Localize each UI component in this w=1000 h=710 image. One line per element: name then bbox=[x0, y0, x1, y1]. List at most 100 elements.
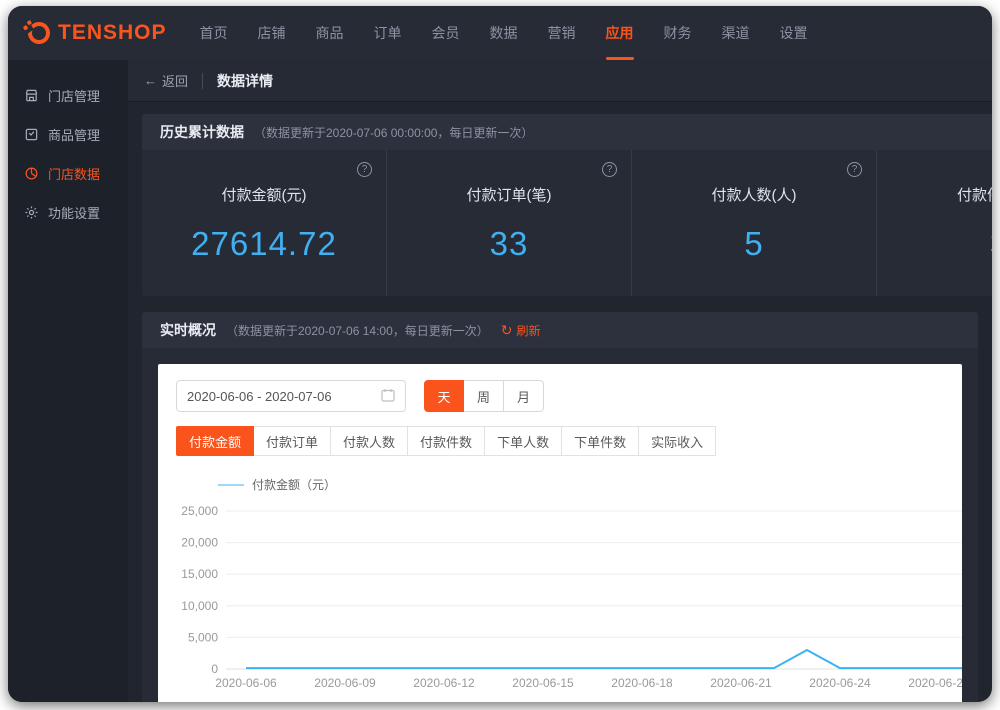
back-label: 返回 bbox=[162, 74, 189, 89]
y-axis-tick: 25,000 bbox=[181, 504, 218, 518]
stat-card: ? 付款订单(笔) 33 bbox=[387, 150, 632, 296]
metric-tab[interactable]: 付款订单 bbox=[254, 426, 332, 456]
history-card-title: 历史累计数据 bbox=[160, 124, 244, 140]
realtime-card-title: 实时概况 bbox=[160, 322, 216, 338]
period-button[interactable]: 月 bbox=[504, 380, 544, 412]
stat-value: 33 bbox=[489, 224, 529, 262]
series-line bbox=[246, 648, 962, 670]
top-navbar: TENSHOP 首页 店铺 商品 订单 会员 数据 营销 应用 财务 渠道 设置 bbox=[8, 6, 992, 60]
stat-value: 3 bbox=[990, 225, 992, 263]
stat-value: 5 bbox=[744, 224, 764, 262]
x-axis-tick: 2020-06-21 bbox=[710, 676, 772, 690]
x-axis-tick: 2020-06-18 bbox=[611, 676, 673, 690]
period-button-group: 天周月 bbox=[424, 380, 544, 412]
nav-item[interactable]: 订单 bbox=[359, 6, 417, 60]
x-axis-tick: 2020-06-27 bbox=[908, 676, 962, 690]
sidebar: 门店管理商品管理门店数据功能设置 bbox=[8, 60, 128, 702]
app-window: TENSHOP 首页 店铺 商品 订单 会员 数据 营销 应用 财务 渠道 设置 门店管理 商品管理门… bbox=[8, 6, 992, 702]
x-axis-tick: 2020-06-09 bbox=[314, 676, 376, 690]
x-axis-tick: 2020-06-24 bbox=[809, 676, 871, 690]
nav-item[interactable]: 营销 bbox=[533, 6, 591, 60]
period-button[interactable]: 周 bbox=[464, 380, 504, 412]
trend-line-chart[interactable]: 0 5,000 10,000 15,000 20,000 25,000 2020-06-06… bbox=[176, 497, 962, 702]
nav-item[interactable]: 首页 bbox=[185, 6, 243, 60]
sidebar-item-label: 功能设置 bbox=[48, 206, 101, 221]
back-button[interactable]: ← 返回 bbox=[144, 71, 188, 90]
calendar-icon bbox=[381, 388, 395, 405]
metric-tab[interactable]: 付款件数 bbox=[408, 426, 486, 456]
help-icon[interactable]: ? bbox=[602, 162, 617, 177]
x-axis-tick: 2020-06-12 bbox=[413, 676, 475, 690]
realtime-card: 实时概况 （数据更新于2020-07-06 14:00，每日更新一次） ↻ 刷新… bbox=[142, 312, 978, 702]
stat-card: ? 付款人数(人) 5 bbox=[632, 150, 877, 296]
metric-tab[interactable]: 付款金额 bbox=[176, 426, 255, 456]
data-icon bbox=[24, 166, 39, 181]
sidebar-item-label: 门店管理 bbox=[48, 89, 101, 104]
stat-label: 付款订单(笔) bbox=[466, 186, 552, 204]
sidebar-item-label: 门店数据 bbox=[48, 167, 101, 182]
stat-label: 付款件数(件) bbox=[957, 186, 992, 204]
y-axis-tick: 10,000 bbox=[181, 599, 218, 613]
metric-tab[interactable]: 下单人数 bbox=[485, 426, 563, 456]
refresh-label: 刷新 bbox=[516, 323, 541, 338]
period-button[interactable]: 天 bbox=[424, 380, 464, 412]
legend-label: 付款金额（元） bbox=[252, 478, 337, 492]
nav-item[interactable]: 财务 bbox=[649, 6, 707, 60]
realtime-card-note: （数据更新于2020-07-06 14:00，每日更新一次） bbox=[226, 323, 489, 338]
sidebar-item[interactable]: 功能设置 bbox=[8, 193, 128, 232]
help-icon[interactable]: ? bbox=[847, 162, 862, 177]
chart-legend[interactable]: 付款金额（元） bbox=[218, 476, 962, 493]
sidebar-item[interactable]: 商品管理 bbox=[8, 115, 128, 154]
stat-label: 付款人数(人) bbox=[711, 186, 797, 204]
y-axis-tick: 5,000 bbox=[188, 630, 218, 644]
nav-item[interactable]: 渠道 bbox=[707, 6, 765, 60]
brand-name: TENSHOP bbox=[58, 21, 167, 44]
history-card-header: 历史累计数据 （数据更新于2020-07-06 00:00:00，每日更新一次） bbox=[142, 114, 992, 150]
store-icon bbox=[24, 88, 39, 103]
refresh-icon: ↻ bbox=[500, 322, 513, 338]
stat-value: 27614.72 bbox=[191, 224, 337, 262]
main-nav: 首页 店铺 商品 订单 会员 数据 营销 应用 财务 渠道 设置 bbox=[185, 6, 823, 60]
legend-line-icon bbox=[218, 483, 244, 486]
date-range-input[interactable]: 2020-06-06 - 2020-07-06 bbox=[176, 380, 406, 412]
gear-icon bbox=[24, 205, 39, 220]
sidebar-item[interactable]: 门店数据 bbox=[8, 154, 128, 193]
brand-logo-icon bbox=[23, 17, 55, 49]
content-header: ← 返回 数据详情 bbox=[128, 60, 992, 102]
page-title: 数据详情 bbox=[217, 72, 274, 89]
realtime-card-header: 实时概况 （数据更新于2020-07-06 14:00，每日更新一次） ↻ 刷新 bbox=[142, 312, 978, 348]
date-range-value: 2020-06-06 - 2020-07-06 bbox=[187, 388, 332, 404]
brand-logo[interactable]: TENSHOP bbox=[23, 6, 167, 60]
x-axis-tick: 2020-06-06 bbox=[215, 676, 277, 690]
stat-card: ?付款件数(件)3 bbox=[877, 150, 992, 296]
help-icon[interactable]: ? bbox=[357, 162, 372, 177]
nav-item[interactable]: 会员 bbox=[417, 6, 475, 60]
header-divider bbox=[202, 72, 204, 89]
metric-tab[interactable]: 付款人数 bbox=[331, 426, 409, 456]
metric-tab[interactable]: 下单件数 bbox=[562, 426, 640, 456]
stats-row: ?付款金额(元)27614.72?付款订单(笔)33?付款人数(人)5?付款件数… bbox=[142, 150, 992, 296]
history-card-note: （数据更新于2020-07-06 00:00:00，每日更新一次） bbox=[254, 125, 534, 140]
nav-item[interactable]: 数据 bbox=[475, 6, 533, 60]
chart-panel: 2020-06-06 - 2020-07-06 天周月 付款金额 付款订单 付款人数… bbox=[158, 364, 962, 702]
stat-label: 付款金额(元) bbox=[221, 186, 307, 204]
nav-item[interactable]: 应用 bbox=[591, 6, 649, 60]
sidebar-item-label: 商品管理 bbox=[48, 128, 101, 143]
nav-item[interactable]: 店铺 bbox=[243, 6, 301, 60]
chart-filters: 2020-06-06 - 2020-07-06 天周月 bbox=[176, 380, 962, 412]
y-axis-tick: 0 bbox=[211, 662, 218, 676]
y-axis-tick: 15,000 bbox=[181, 567, 218, 581]
metric-tab[interactable]: 实际收入 bbox=[639, 426, 717, 456]
nav-item[interactable]: 设置 bbox=[765, 6, 823, 60]
nav-item[interactable]: 商品 bbox=[301, 6, 359, 60]
refresh-button[interactable]: ↻ 刷新 bbox=[501, 322, 541, 339]
metric-tabs: 付款金额 付款订单 付款人数 付款件数 下单人数 下单件数 实际收入 bbox=[176, 426, 962, 456]
stat-card: ? 付款金额(元) 27614.72 bbox=[142, 150, 387, 296]
sidebar-item[interactable]: 门店管理 bbox=[8, 76, 128, 115]
back-arrow-icon: ← bbox=[144, 73, 157, 88]
history-stats-card: 历史累计数据 （数据更新于2020-07-06 00:00:00，每日更新一次）… bbox=[142, 114, 992, 296]
x-axis-tick: 2020-06-15 bbox=[512, 676, 574, 690]
main-content: ← 返回 数据详情 历史累计数据 （数据更新于2020-07-06 00:00:… bbox=[128, 60, 992, 702]
y-axis-tick: 20,000 bbox=[181, 536, 218, 550]
goods-icon bbox=[24, 127, 39, 142]
